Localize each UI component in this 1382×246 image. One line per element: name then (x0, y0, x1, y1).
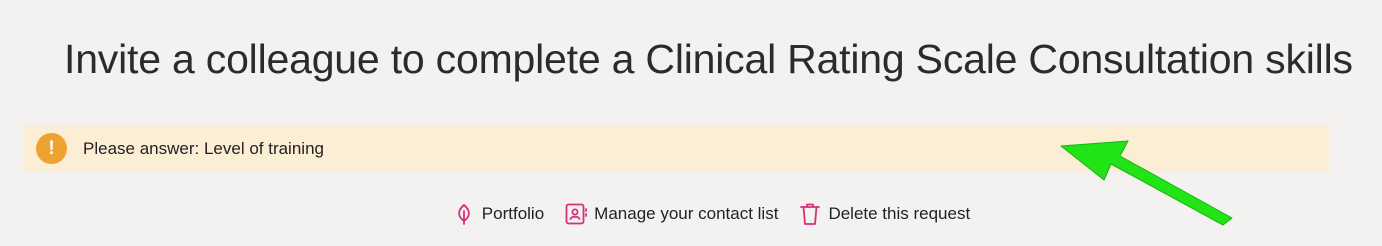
alert-message: Please answer: Level of training (83, 138, 324, 158)
exclamation-icon: ! (36, 133, 67, 164)
page-title: Invite a colleague to complete a Clinica… (64, 36, 1353, 82)
manage-contact-list-link[interactable]: Manage your contact list (564, 202, 778, 226)
contact-book-icon (564, 202, 588, 226)
trash-icon (798, 202, 822, 226)
portfolio-label: Portfolio (481, 204, 545, 223)
delete-request-link[interactable]: Delete this request (798, 202, 970, 226)
portfolio-link[interactable]: Portfolio (452, 202, 544, 226)
leaf-icon (452, 202, 476, 226)
manage-contact-list-label: Manage your contact list (594, 204, 779, 223)
delete-request-label: Delete this request (828, 204, 971, 223)
annotation-arrow (1060, 140, 1233, 226)
